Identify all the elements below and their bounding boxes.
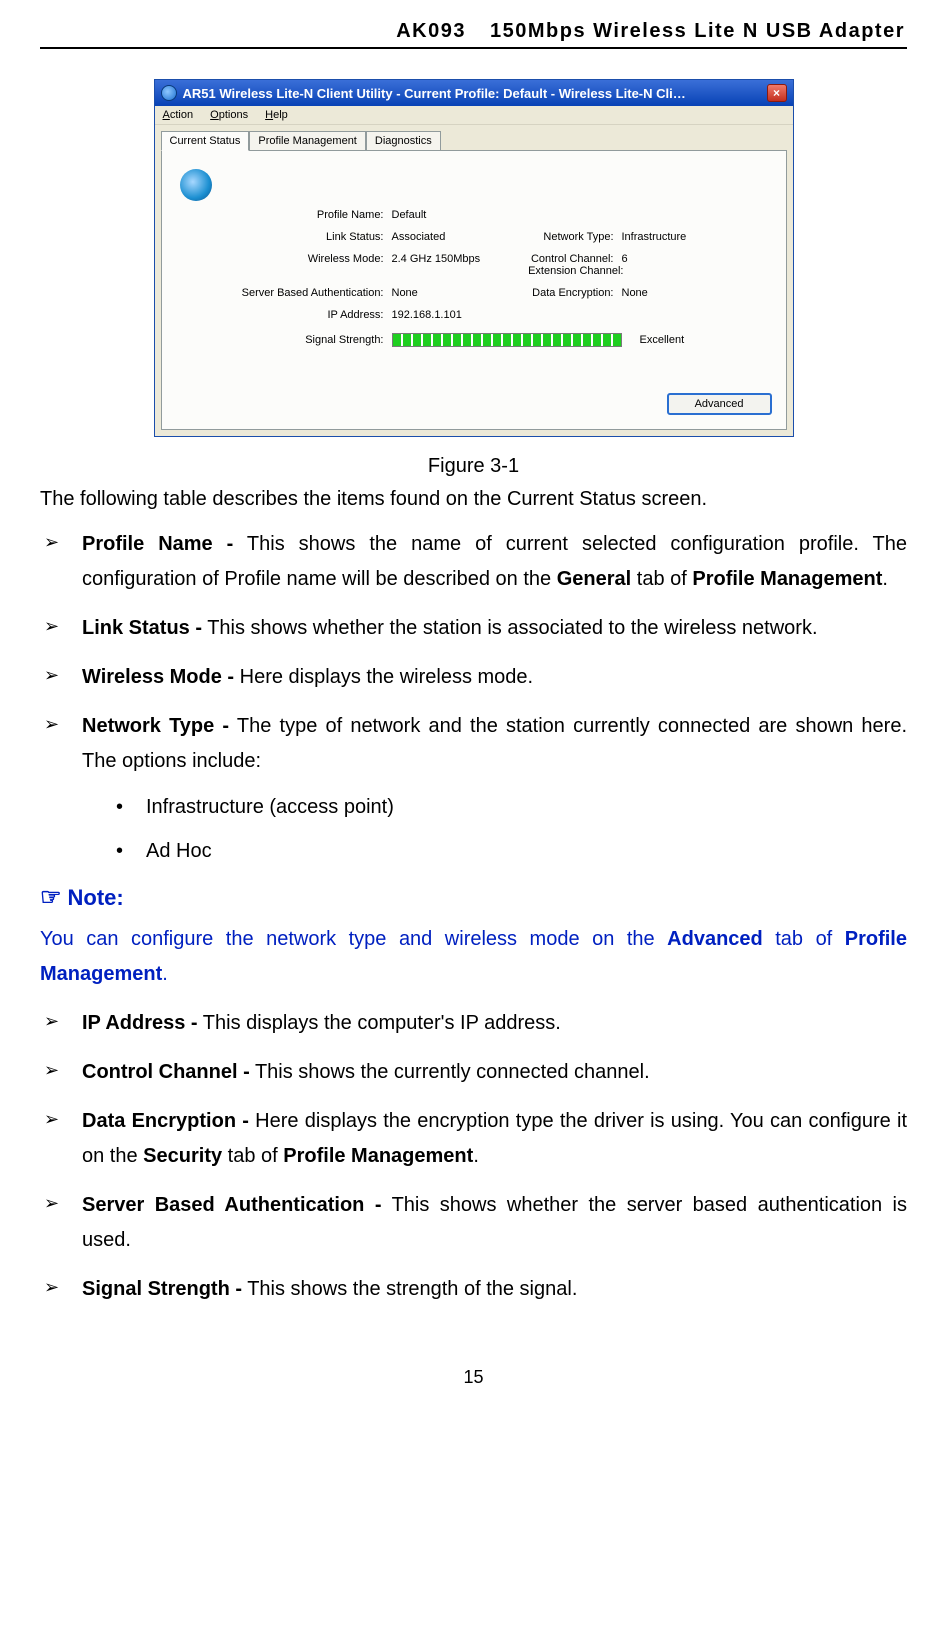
value-signal-strength: Excellent bbox=[640, 334, 685, 346]
bold-advanced: Advanced bbox=[667, 928, 763, 950]
term-wireless-mode: Wireless Mode - bbox=[82, 666, 234, 688]
value-wireless-mode: 2.4 GHz 150Mbps bbox=[392, 253, 481, 277]
item-profile-name: Profile Name - This shows the name of cu… bbox=[40, 527, 907, 597]
signal-strength-meter bbox=[392, 333, 622, 347]
bold-profile-management: Profile Management bbox=[283, 1145, 473, 1167]
item-control-channel: Control Channel - This shows the current… bbox=[40, 1055, 907, 1090]
network-type-sublist: Infrastructure (access point) Ad Hoc bbox=[82, 789, 907, 869]
label-network-type: Network Type: bbox=[522, 231, 622, 243]
page: AK093 150Mbps Wireless Lite N USB Adapte… bbox=[0, 0, 947, 1418]
figure-caption: Figure 3-1 bbox=[40, 455, 907, 478]
text: tab of bbox=[763, 928, 845, 950]
tab-current-status[interactable]: Current Status bbox=[161, 131, 250, 151]
text: This shows the currently connected chann… bbox=[250, 1061, 650, 1083]
text: tab of bbox=[631, 568, 692, 590]
text: . bbox=[882, 568, 888, 590]
item-data-encryption: Data Encryption - Here displays the encr… bbox=[40, 1104, 907, 1174]
tab-panel: Profile Name: Default Link Status: Assoc… bbox=[161, 150, 787, 430]
close-icon[interactable]: × bbox=[767, 84, 787, 102]
label-ip-address: IP Address: bbox=[232, 309, 392, 321]
term-profile-name: Profile Name - bbox=[82, 533, 233, 555]
text: tab of bbox=[222, 1145, 283, 1167]
tabs: Current Status Profile Management Diagno… bbox=[161, 131, 787, 151]
note-heading: ☞Note: bbox=[40, 883, 907, 912]
value-link-status: Associated bbox=[392, 231, 446, 243]
text: This displays the computer's IP address. bbox=[198, 1012, 561, 1034]
item-server-based-auth: Server Based Authentication - This shows… bbox=[40, 1188, 907, 1258]
text: . bbox=[162, 963, 168, 985]
advanced-button[interactable]: Advanced bbox=[667, 393, 772, 415]
text: This shows whether the station is associ… bbox=[202, 617, 817, 639]
label-sba: Server Based Authentication: bbox=[232, 287, 392, 299]
value-control-channel: 6 bbox=[622, 253, 628, 265]
item-signal-strength: Signal Strength - This shows the strengt… bbox=[40, 1272, 907, 1307]
value-ip-address: 192.168.1.101 bbox=[392, 309, 462, 321]
item-ip-address: IP Address - This displays the computer'… bbox=[40, 1006, 907, 1041]
term-link-status: Link Status - bbox=[82, 617, 202, 639]
label-data-encryption: Data Encryption: bbox=[522, 287, 622, 299]
label-signal-strength: Signal Strength: bbox=[232, 334, 392, 346]
product-name: 150Mbps Wireless Lite N USB Adapter bbox=[490, 20, 905, 43]
value-profile-name: Default bbox=[392, 209, 427, 221]
term-control-channel: Control Channel - bbox=[82, 1061, 250, 1083]
item-network-type: Network Type - The type of network and t… bbox=[40, 709, 907, 869]
term-server-based-auth: Server Based Authentication - bbox=[82, 1194, 382, 1216]
label-control-channel: Control Channel: bbox=[522, 253, 622, 265]
subitem-infrastructure: Infrastructure (access point) bbox=[116, 789, 907, 825]
page-header: AK093 150Mbps Wireless Lite N USB Adapte… bbox=[40, 20, 907, 43]
window-titlebar[interactable]: AR51 Wireless Lite-N Client Utility - Cu… bbox=[155, 80, 793, 106]
description-list-continued: IP Address - This displays the computer'… bbox=[40, 1006, 907, 1307]
item-link-status: Link Status - This shows whether the sta… bbox=[40, 611, 907, 646]
text: Here displays the wireless mode. bbox=[234, 666, 533, 688]
value-sba: None bbox=[392, 287, 418, 299]
note-label: Note: bbox=[68, 885, 124, 910]
label-wireless-mode: Wireless Mode: bbox=[232, 253, 392, 277]
bold-profile-management: Profile Management bbox=[692, 568, 882, 590]
term-ip-address: IP Address - bbox=[82, 1012, 198, 1034]
label-extension-channel: Extension Channel: bbox=[522, 265, 632, 277]
bold-general: General bbox=[557, 568, 631, 590]
value-network-type: Infrastructure bbox=[622, 231, 687, 243]
application-window: AR51 Wireless Lite-N Client Utility - Cu… bbox=[154, 79, 794, 437]
subitem-adhoc: Ad Hoc bbox=[116, 833, 907, 869]
header-rule bbox=[40, 47, 907, 49]
tab-profile-management[interactable]: Profile Management bbox=[249, 131, 365, 151]
menu-action[interactable]: Action bbox=[163, 109, 194, 121]
window-title: AR51 Wireless Lite-N Client Utility - Cu… bbox=[183, 86, 686, 101]
intro-text: The following table describes the items … bbox=[40, 488, 907, 511]
bold-security: Security bbox=[143, 1145, 222, 1167]
term-network-type: Network Type - bbox=[82, 715, 229, 737]
app-icon bbox=[161, 85, 177, 101]
label-link-status: Link Status: bbox=[232, 231, 392, 243]
page-number: 15 bbox=[40, 1367, 907, 1388]
menu-help[interactable]: Help bbox=[265, 109, 288, 121]
label-profile-name: Profile Name: bbox=[232, 209, 392, 221]
text: You can configure the network type and w… bbox=[40, 928, 667, 950]
text: . bbox=[473, 1145, 479, 1167]
text: This shows the strength of the signal. bbox=[242, 1278, 577, 1300]
item-wireless-mode: Wireless Mode - Here displays the wirele… bbox=[40, 660, 907, 695]
tab-diagnostics[interactable]: Diagnostics bbox=[366, 131, 441, 151]
menu-options[interactable]: Options bbox=[210, 109, 248, 121]
hand-point-icon: ☞ bbox=[40, 884, 62, 911]
term-signal-strength: Signal Strength - bbox=[82, 1278, 242, 1300]
product-code: AK093 bbox=[396, 20, 466, 43]
menubar: Action Options Help bbox=[155, 106, 793, 125]
value-data-encryption: None bbox=[622, 287, 648, 299]
note-body: You can configure the network type and w… bbox=[40, 922, 907, 992]
term-data-encryption: Data Encryption - bbox=[82, 1110, 249, 1132]
description-list: Profile Name - This shows the name of cu… bbox=[40, 527, 907, 869]
wifi-logo-icon bbox=[180, 169, 212, 201]
